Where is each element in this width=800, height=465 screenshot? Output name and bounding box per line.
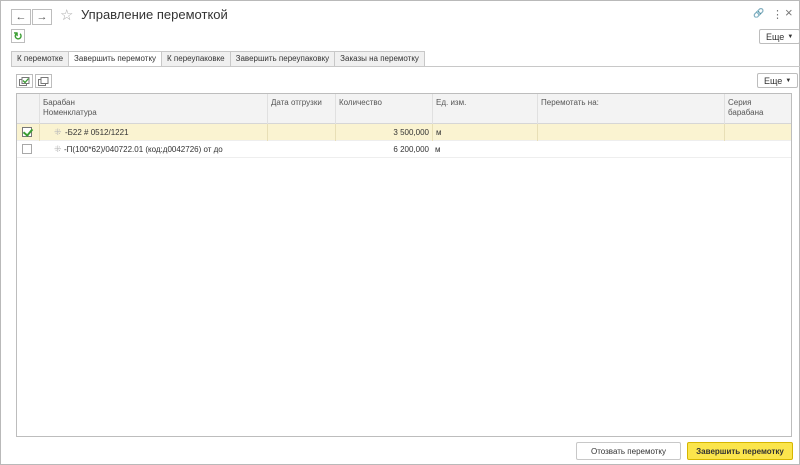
tab-label: К переупаковке (167, 54, 225, 63)
header-drum-label: Барабан (43, 98, 75, 107)
tab-finish-rewind[interactable]: Завершить перемотку (69, 51, 163, 67)
arrow-left-icon: ← (15, 11, 27, 23)
finish-rewind-button[interactable]: Завершить перемотку (687, 442, 793, 460)
select-all-button[interactable] (16, 74, 33, 88)
table-row[interactable]: ⁜ -Б22 # 0512/1221 3 500,000 м (17, 124, 791, 141)
tab-rewind-orders[interactable]: Заказы на перемотку (335, 51, 425, 67)
row-rewind-to[interactable] (537, 124, 724, 141)
header-unit-label: Ед. изм. (436, 98, 467, 107)
row-ship-date (267, 124, 335, 141)
tab-bar: К перемотке Завершить перемотку К переуп… (11, 51, 425, 67)
row-checkbox[interactable] (22, 144, 32, 154)
more-button-label: Еще (764, 75, 783, 86)
row-checkbox[interactable] (22, 127, 32, 137)
tab-finish-repack[interactable]: Завершить переупаковку (230, 51, 336, 67)
page-title: Управление перемоткой (81, 7, 228, 22)
forward-button[interactable]: → (32, 9, 52, 25)
more-button-label: Еще (766, 31, 785, 42)
close-icon[interactable]: × (785, 5, 793, 20)
more-vertical-icon[interactable]: ⋮ (772, 8, 783, 21)
tab-to-rewind[interactable]: К перемотке (11, 51, 70, 67)
header-checkbox-col (17, 94, 39, 124)
favorite-star-icon[interactable]: ☆ (60, 6, 73, 24)
table-more-button[interactable]: Еще ▼ (757, 73, 799, 88)
header-drum-series-label: Серия барабана (728, 98, 764, 117)
more-button[interactable]: Еще ▼ (759, 29, 800, 44)
row-quantity: 3 500,000 (335, 124, 432, 141)
deselect-all-icon (38, 76, 49, 86)
header-ship-date[interactable]: Дата отгрузки (267, 94, 335, 124)
deselect-all-button[interactable] (35, 74, 52, 88)
row-quantity: 6 200,000 (393, 145, 429, 154)
finish-rewind-label: Завершить перемотку (696, 446, 784, 456)
row-ship-date (267, 141, 335, 158)
tab-to-repack[interactable]: К переупаковке (162, 51, 231, 67)
header-quantity-label: Количество (339, 98, 382, 107)
caret-down-icon: ▼ (787, 33, 794, 40)
header-drum[interactable]: Барабан Номенклатура (39, 94, 267, 124)
tab-label: Завершить перемотку (74, 54, 157, 63)
table-header: Барабан Номенклатура Дата отгрузки Колич… (17, 94, 791, 124)
tab-label: К перемотке (17, 54, 64, 63)
header-unit[interactable]: Ед. изм. (432, 94, 537, 124)
row-unit: м (432, 124, 537, 141)
recall-rewind-button[interactable]: Отозвать перемотку (576, 442, 681, 460)
row-name: -П(100*62)/040722.01 (код:д0042726) от д… (64, 145, 223, 154)
header-rewind-to[interactable]: Перемотать на: (537, 94, 724, 124)
tab-label: Заказы на перемотку (340, 54, 419, 63)
back-button[interactable]: ← (11, 9, 31, 25)
caret-down-icon: ▼ (785, 77, 792, 84)
select-all-icon (19, 76, 30, 86)
link-icon[interactable]: 🔗 (753, 8, 764, 19)
recall-rewind-label: Отозвать перемотку (590, 446, 667, 456)
header-quantity[interactable]: Количество (335, 94, 432, 124)
row-name: -Б22 # 0512/1221 (39, 124, 267, 141)
row-unit: м (435, 145, 441, 154)
header-nomenclature-label: Номенклатура (43, 108, 97, 117)
header-ship-date-label: Дата отгрузки (271, 98, 322, 107)
header-drum-series[interactable]: Серия барабана (724, 94, 791, 124)
row-drum-series[interactable] (724, 141, 791, 158)
table-row[interactable]: ⁜ -П(100*62)/040722.01 (код:д0042726) от… (17, 141, 791, 158)
tab-label: Завершить переупаковку (235, 54, 330, 63)
refresh-icon: ↻ (13, 30, 23, 43)
header-rewind-to-label: Перемотать на: (541, 98, 599, 107)
arrow-right-icon: → (36, 11, 48, 23)
row-drum-series[interactable] (724, 124, 791, 141)
row-rewind-to[interactable] (537, 141, 724, 158)
refresh-button[interactable]: ↻ (11, 29, 25, 43)
rewind-table: Барабан Номенклатура Дата отгрузки Колич… (16, 93, 792, 437)
window-frame: ← → ☆ Управление перемоткой 🔗 ⋮ × ↻ Еще … (0, 0, 800, 465)
